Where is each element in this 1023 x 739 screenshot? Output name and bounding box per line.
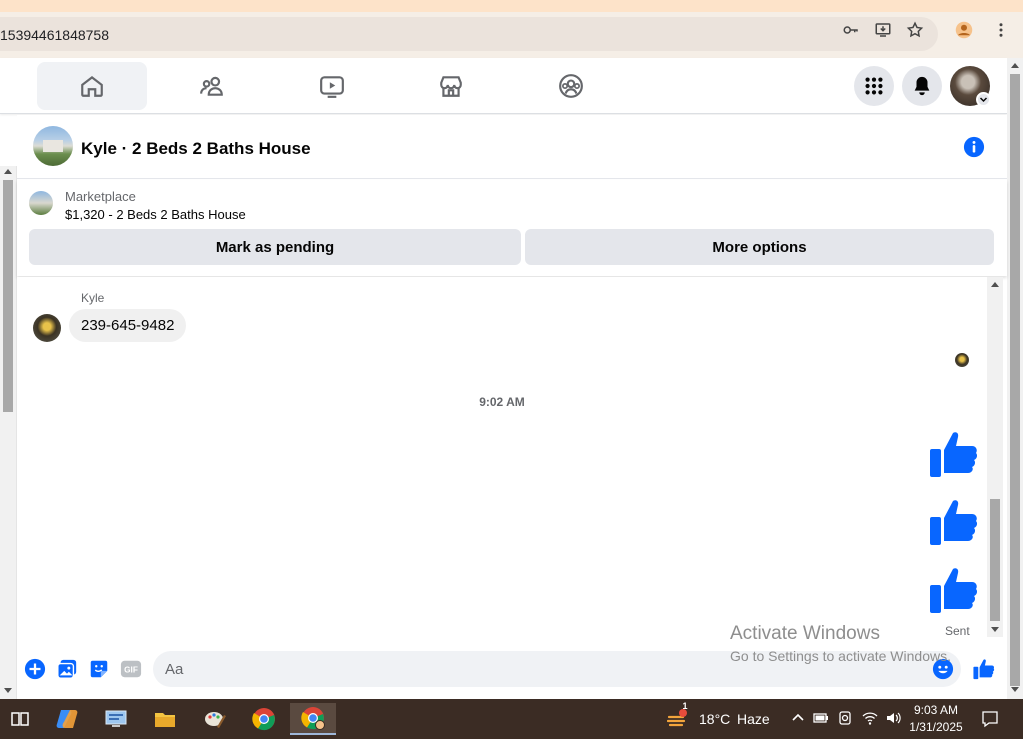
paint-icon — [205, 712, 226, 728]
activate-windows-subtitle: Go to Settings to activate Windows. — [730, 648, 951, 664]
clock-time: 9:03 AM — [913, 703, 959, 717]
copilot-icon — [56, 710, 78, 728]
scroll-up-arrow-icon[interactable] — [1011, 63, 1019, 68]
activate-windows-title: Activate Windows — [730, 623, 880, 644]
message-timestamp: 9:02 AM — [479, 395, 525, 409]
left-scrollbar[interactable] — [0, 166, 17, 699]
listing-price[interactable]: $1,320 - 2 Beds 2 Baths House — [65, 207, 246, 222]
marketplace-icon — [440, 76, 462, 97]
thumbs-up-message-icon[interactable] — [929, 497, 979, 547]
scroll-down-arrow-icon[interactable] — [1011, 687, 1019, 692]
browser-menu-icon[interactable] — [991, 20, 1011, 40]
scroll-down-arrow-icon[interactable] — [4, 688, 12, 693]
nav-tab-marketplace[interactable] — [396, 62, 506, 110]
groups-icon — [559, 74, 583, 98]
webcam-icon[interactable] — [837, 710, 853, 726]
weather-temperature[interactable]: 18°C — [699, 711, 730, 727]
task-view-icon — [11, 712, 29, 726]
chevron-up-icon[interactable] — [790, 710, 806, 726]
windows-taskbar: 1 18°C Haze 9:03 AM 1/31/2025 — [0, 699, 1023, 739]
weather-icon[interactable] — [666, 708, 689, 730]
chrome-icon — [252, 708, 275, 731]
listing-thumbnail[interactable] — [29, 191, 53, 215]
chat-header: Kyle · 2 Beds 2 Baths House — [17, 115, 1007, 179]
sticker-icon — [90, 660, 108, 678]
video-icon — [320, 76, 344, 98]
browser-toolbar: 15394461848758 — [0, 12, 1023, 58]
control-panel-icon — [105, 710, 127, 727]
seen-indicator-avatar — [955, 353, 969, 367]
profile-icon[interactable] — [954, 20, 974, 40]
chat-title[interactable]: Kyle · 2 Beds 2 Baths House — [81, 139, 311, 159]
page-scrollbar-thumb[interactable] — [1010, 74, 1020, 686]
facebook-nav-bar — [0, 58, 1007, 114]
weather-badge: 1 — [682, 701, 688, 711]
taskbar-paint[interactable] — [195, 703, 235, 735]
taskbar-clock[interactable]: 9:03 AM 1/31/2025 — [900, 702, 972, 736]
incoming-message-bubble[interactable]: 239-645-9482 — [69, 309, 187, 342]
taskbar-app-monitor[interactable] — [96, 703, 136, 735]
thumbs-up-message-icon[interactable] — [929, 565, 979, 615]
page-scrollbar[interactable] — [1007, 58, 1023, 699]
marketplace-listing-panel: Marketplace $1,320 - 2 Beds 2 Baths Hous… — [17, 180, 1007, 276]
bell-icon — [914, 76, 930, 96]
thumbs-up-message-icon[interactable] — [929, 429, 979, 479]
grid-icon — [865, 77, 883, 95]
taskbar-chrome-active[interactable] — [290, 703, 336, 735]
photo-icon — [57, 659, 77, 679]
sticker-button[interactable] — [88, 658, 110, 680]
nav-tab-groups[interactable] — [516, 62, 626, 110]
message-thread: Kyle 239-645-9482 9:02 AM Sent — [17, 277, 987, 638]
marketplace-label: Marketplace — [65, 189, 136, 204]
clock-date: 1/31/2025 — [909, 720, 963, 734]
nav-tab-friends[interactable] — [157, 62, 267, 110]
gif-icon: GIF — [120, 660, 142, 678]
scroll-down-arrow-icon[interactable] — [991, 627, 999, 632]
more-options-button[interactable]: More options — [525, 229, 994, 265]
nav-tab-home[interactable] — [37, 62, 147, 110]
scroll-up-arrow-icon[interactable] — [991, 282, 999, 287]
bookmark-star-icon[interactable] — [905, 20, 925, 40]
notifications-button[interactable] — [902, 66, 942, 106]
folder-icon — [155, 713, 175, 727]
weather-description[interactable]: Haze — [737, 711, 770, 727]
send-like-button[interactable] — [973, 658, 995, 680]
menu-grid-button[interactable] — [854, 66, 894, 106]
listing-avatar[interactable] — [33, 126, 73, 166]
info-icon[interactable] — [963, 136, 985, 158]
plus-circle-icon — [24, 658, 46, 680]
chevron-down-icon[interactable] — [976, 92, 991, 107]
gif-label: GIF — [124, 666, 138, 675]
left-scrollbar-thumb[interactable] — [3, 180, 13, 412]
sender-avatar[interactable] — [33, 314, 61, 342]
notification-center-icon[interactable] — [981, 710, 999, 728]
message-scrollbar-thumb[interactable] — [990, 499, 1000, 621]
scroll-up-arrow-icon[interactable] — [4, 169, 12, 174]
thumbs-up-icon — [973, 659, 995, 680]
taskbar-copilot[interactable] — [47, 703, 87, 735]
sender-name: Kyle — [81, 291, 105, 305]
task-view-button[interactable] — [0, 703, 40, 735]
message-status: Sent — [945, 624, 970, 638]
mark-as-pending-button[interactable]: Mark as pending — [29, 229, 521, 265]
volume-icon[interactable] — [885, 710, 901, 726]
add-attachment-button[interactable] — [24, 658, 46, 680]
taskbar-file-explorer[interactable] — [145, 703, 185, 735]
wifi-icon[interactable] — [862, 710, 878, 726]
nav-tab-watch[interactable] — [277, 62, 387, 110]
url-text: 15394461848758 — [0, 27, 110, 43]
battery-icon[interactable] — [813, 710, 829, 726]
taskbar-chrome[interactable] — [244, 703, 284, 735]
chrome-profile-icon — [301, 707, 325, 730]
browser-top-strip — [0, 0, 1023, 12]
message-scrollbar[interactable] — [987, 277, 1003, 637]
attach-photo-button[interactable] — [56, 658, 78, 680]
friends-icon — [200, 76, 223, 96]
home-icon — [81, 75, 103, 97]
install-app-icon[interactable] — [873, 20, 893, 40]
gif-button[interactable]: GIF — [120, 658, 142, 680]
address-bar[interactable]: 15394461848758 — [0, 17, 938, 51]
key-icon[interactable] — [841, 20, 861, 40]
